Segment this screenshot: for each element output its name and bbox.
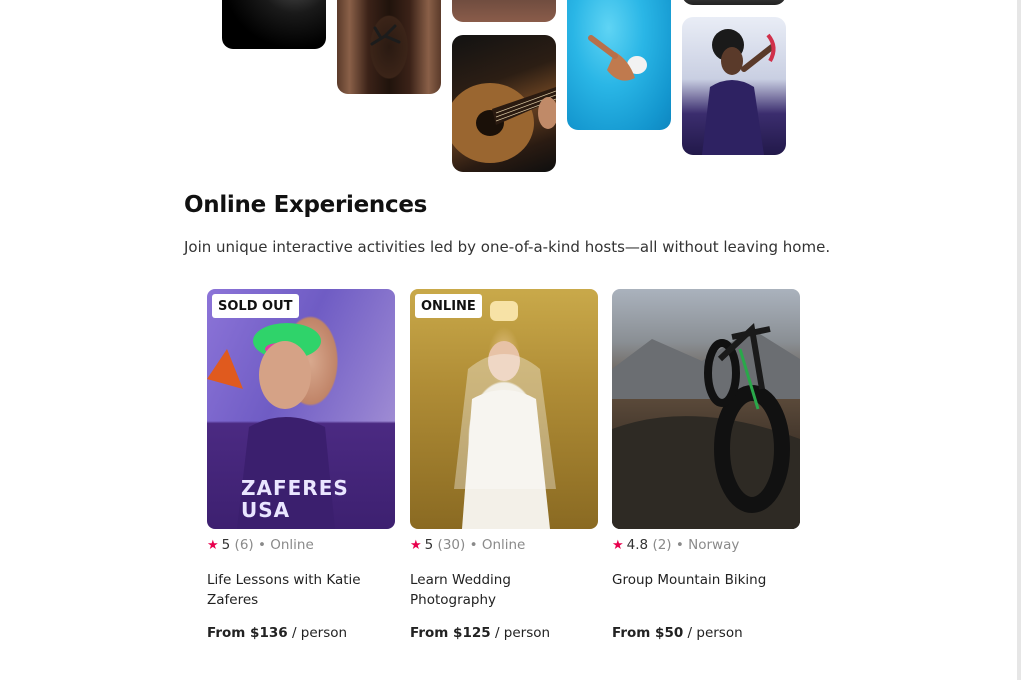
experience-card[interactable]: ONLINE ★ 5 (30) • Online Learn Wedding Ph… [410, 289, 598, 641]
price-unit: / person [687, 625, 743, 641]
star-icon: ★ [410, 538, 422, 553]
experience-title[interactable]: Learn Wedding Photography [410, 570, 598, 610]
bride-illustration [454, 301, 556, 529]
review-count: (6) [234, 537, 254, 553]
experience-title[interactable]: Life Lessons with Katie Zaferes [207, 570, 395, 610]
price-amount: From $136 [207, 625, 288, 641]
review-count: (2) [652, 537, 672, 553]
location: • Online [469, 537, 526, 553]
rating-value: 5 [221, 537, 231, 553]
experience-photo[interactable] [612, 289, 800, 529]
collage-photo-guitar [452, 35, 556, 172]
price-amount: From $125 [410, 625, 491, 641]
price: From $125 / person [410, 625, 550, 641]
scrollbar[interactable] [1017, 0, 1021, 680]
collage-photo-dancer [337, 0, 441, 94]
section-title: Online Experiences [184, 192, 428, 218]
rating-value: 4.8 [626, 537, 649, 553]
location: • Norway [675, 537, 740, 553]
rating: ★ 5 (30) • Online [410, 537, 525, 553]
star-icon: ★ [612, 538, 624, 553]
price: From $50 / person [612, 625, 743, 641]
rating-value: 5 [424, 537, 434, 553]
status-badge: SOLD OUT [212, 294, 299, 318]
rating: ★ 5 (6) • Online [207, 537, 314, 553]
rating: ★ 4.8 (2) • Norway [612, 537, 739, 553]
price: From $136 / person [207, 625, 347, 641]
dancer-figure [370, 24, 401, 46]
singer-illustration [702, 29, 776, 155]
status-badge: ONLINE [415, 294, 482, 318]
review-count: (30) [437, 537, 466, 553]
experience-card[interactable]: SOLD OUT ZAFERES USA ★ 5 (6) • Online Lif… [207, 289, 395, 641]
jersey-text: ZAFERES USA [241, 476, 349, 522]
swimmer-illustration [588, 35, 647, 81]
price-unit: / person [494, 625, 551, 641]
price-amount: From $50 [612, 625, 684, 641]
location: • Online [257, 537, 314, 553]
experience-photo[interactable]: ONLINE [410, 289, 598, 529]
section-subtitle: Join unique interactive activities led b… [184, 238, 831, 256]
guitar-illustration [452, 83, 556, 163]
star-icon: ★ [207, 538, 219, 553]
collage-photo-top-small [452, 0, 556, 22]
price-unit: / person [291, 625, 348, 641]
bike-illustration [612, 322, 800, 529]
collage-photo-swimmer [567, 0, 671, 130]
experience-photo[interactable]: SOLD OUT ZAFERES USA [207, 289, 395, 529]
collage-photo-top-right [682, 0, 786, 5]
experience-card[interactable]: ★ 4.8 (2) • Norway Group Mountain Biking … [612, 289, 800, 641]
hero-collage [0, 0, 1021, 175]
collage-photo-dark [222, 0, 326, 49]
experience-title[interactable]: Group Mountain Biking [612, 570, 800, 590]
collage-photo-singer [682, 17, 786, 155]
